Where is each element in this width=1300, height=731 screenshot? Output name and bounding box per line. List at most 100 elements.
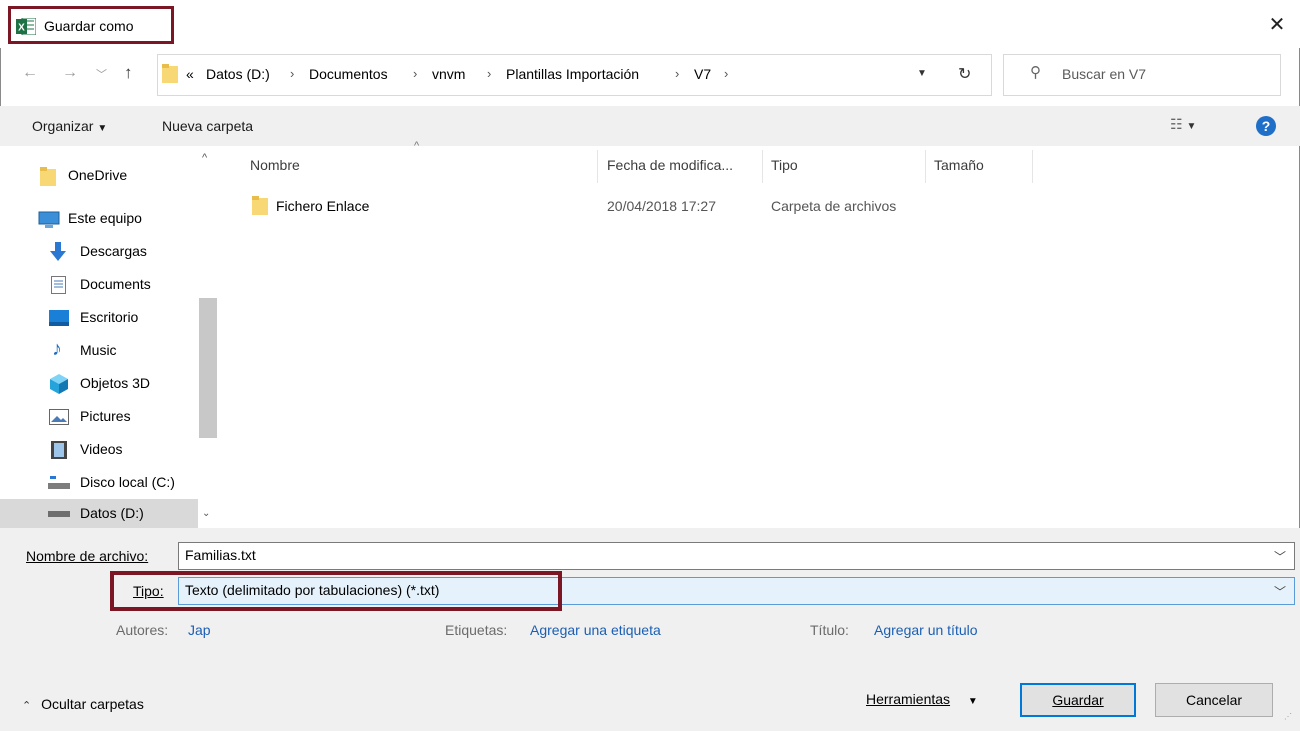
column-header-date[interactable]: Fecha de modifica... (607, 157, 733, 173)
window-title: Guardar como (44, 18, 134, 34)
sidebar-item-label: Videos (80, 441, 123, 457)
close-button[interactable]: ✕ (1262, 10, 1292, 40)
sidebar-item-music[interactable]: ♪ Music (0, 336, 198, 366)
title-meta-label: Título: (810, 622, 849, 638)
sidebar-item-datos-d[interactable]: Datos (D:) (0, 499, 198, 528)
scroll-down-icon[interactable]: ⌄ (202, 508, 210, 519)
column-header-name[interactable]: Nombre (250, 157, 300, 173)
breadcrumb-item[interactable]: Documentos (309, 66, 388, 82)
type-dropdown-icon[interactable]: ﹀ (1274, 583, 1286, 600)
hide-folders-button[interactable]: ⌃ Ocultar carpetas (22, 696, 144, 712)
sidebar-item-label: Datos (D:) (80, 505, 144, 521)
filename-dropdown-icon[interactable]: ﹀ (1274, 548, 1286, 565)
excel-icon: X (16, 18, 36, 35)
sidebar-item-label: Objetos 3D (80, 375, 151, 391)
sidebar-scroll-thumb[interactable] (199, 298, 217, 438)
column-divider[interactable] (925, 150, 926, 183)
organize-label: Organizar (32, 118, 94, 134)
back-button[interactable]: ← (22, 64, 38, 82)
sidebar-item-label: Disco local (C:) (80, 474, 175, 490)
video-icon (51, 441, 67, 459)
arrow-left-icon: ← (22, 64, 38, 81)
breadcrumb-separator-icon[interactable]: › (413, 66, 417, 81)
organize-button[interactable]: Organizar ▼ (32, 118, 107, 134)
sidebar-item-label: OneDrive (68, 167, 128, 183)
drive-icon (48, 511, 70, 517)
column-header-size[interactable]: Tamaño (934, 157, 984, 173)
caret-down-icon: ▼ (1186, 121, 1197, 132)
document-icon (51, 276, 66, 294)
cube-icon (50, 374, 68, 394)
address-dropdown-button[interactable]: ▼ (917, 68, 927, 79)
authors-label: Autores: (116, 622, 169, 638)
file-name[interactable]: Fichero Enlace (276, 198, 369, 214)
folder-icon (162, 64, 178, 83)
chevron-down-icon: ﹀ (96, 69, 107, 81)
desktop-icon (49, 310, 69, 326)
download-icon (50, 242, 66, 261)
search-icon: ⚲ (1030, 64, 1041, 81)
title-meta-field[interactable]: Agregar un título (874, 622, 978, 638)
breadcrumb-item[interactable]: Plantillas Importación (506, 66, 639, 82)
hide-folders-label: Ocultar carpetas (41, 696, 144, 712)
sidebar-item-label: Escritorio (80, 309, 139, 325)
svg-text:X: X (18, 23, 25, 34)
view-list-icon: ☷ (1170, 116, 1183, 132)
sidebar-item-este-equipo[interactable]: Este equipo (0, 204, 198, 234)
refresh-icon: ↻ (958, 66, 972, 83)
sidebar-item-disco-local[interactable]: Disco local (C:) (0, 468, 198, 498)
sidebar-item-descargas[interactable]: Descargas (0, 237, 198, 267)
breadcrumb-overflow[interactable]: « (186, 66, 194, 82)
sidebar-item-label: Este equipo (68, 210, 142, 226)
breadcrumb-item[interactable]: vnvm (432, 66, 465, 82)
new-folder-button[interactable]: Nueva carpeta (162, 118, 253, 134)
sidebar-item-pictures[interactable]: Pictures (0, 402, 198, 432)
cancel-button[interactable]: Cancelar (1155, 683, 1273, 717)
save-button[interactable]: Guardar (1020, 683, 1136, 717)
file-type: Carpeta de archivos (771, 198, 897, 214)
close-icon: ✕ (1268, 14, 1286, 36)
column-divider[interactable] (597, 150, 598, 183)
refresh-button[interactable]: ↻ (958, 64, 971, 84)
caret-down-icon: ▼ (967, 696, 978, 707)
breadcrumb-separator-icon[interactable]: › (724, 66, 728, 81)
scroll-up-icon[interactable]: ^ (202, 152, 207, 164)
filename-field[interactable] (178, 542, 1295, 570)
sort-ascending-icon: ^ (414, 140, 420, 152)
breadcrumb-item[interactable]: V7 (694, 66, 711, 82)
title-bar (0, 0, 1300, 48)
column-divider[interactable] (762, 150, 763, 183)
sidebar-item-escritorio[interactable]: Escritorio (0, 303, 198, 333)
column-divider[interactable] (1032, 150, 1033, 183)
folder-icon (40, 167, 56, 186)
sidebar-item-label: Pictures (80, 408, 131, 424)
tools-button[interactable]: Herramientas ▼ (866, 691, 978, 707)
breadcrumb-separator-icon[interactable]: › (290, 66, 294, 81)
sidebar-item-objetos-3d[interactable]: Objetos 3D (0, 369, 198, 399)
resize-grip-icon[interactable]: ⋰ (1284, 712, 1292, 721)
breadcrumb-separator-icon[interactable]: › (487, 66, 491, 81)
breadcrumb-item[interactable]: Datos (D:) (206, 66, 270, 82)
pictures-icon (49, 409, 69, 425)
save-button-label: Guardar (1052, 692, 1104, 708)
sidebar-item-onedrive[interactable]: OneDrive (0, 161, 198, 191)
sidebar-item-label: Music (80, 342, 117, 358)
recent-locations-button[interactable]: ﹀ (96, 66, 107, 82)
arrow-up-icon: ↑ (124, 63, 133, 82)
authors-field[interactable]: Jap (188, 622, 211, 638)
filename-label-text: Nombre de archivo: (26, 548, 149, 564)
forward-button[interactable]: → (62, 64, 78, 82)
column-header-type[interactable]: Tipo (771, 157, 798, 173)
folder-icon (252, 196, 268, 215)
search-placeholder[interactable]: Buscar en V7 (1062, 66, 1146, 82)
sidebar-item-documents[interactable]: Documents (0, 270, 198, 300)
filename-input-value[interactable]: Familias.txt (185, 547, 256, 563)
sidebar-item-label: Descargas (80, 243, 147, 259)
tags-field[interactable]: Agregar una etiqueta (530, 622, 661, 638)
drive-icon (48, 476, 70, 489)
help-button[interactable]: ? (1256, 116, 1276, 136)
breadcrumb-separator-icon[interactable]: › (675, 66, 679, 81)
up-button[interactable]: ↑ (124, 63, 133, 83)
view-options-button[interactable]: ☷ ▼ (1170, 116, 1196, 133)
sidebar-item-videos[interactable]: Videos (0, 435, 198, 465)
